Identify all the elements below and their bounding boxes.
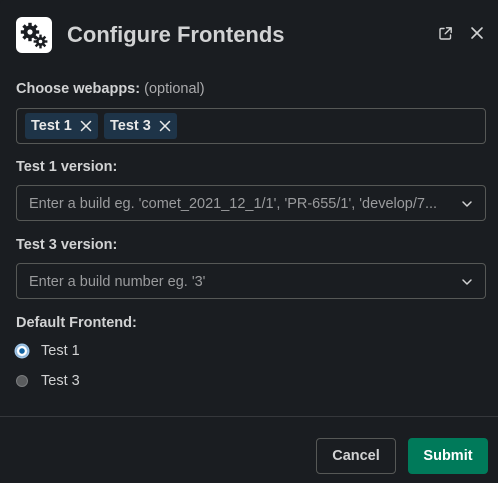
footer-divider	[0, 416, 498, 417]
modal-title: Configure Frontends	[67, 22, 285, 47]
test1-version-label: Test 1 version:	[16, 159, 118, 175]
test1-version-placeholder: Enter a build eg. 'comet_2021_12_1/1', '…	[29, 196, 438, 212]
chip-label: Test 1	[31, 118, 72, 134]
radio-selected[interactable]	[16, 345, 28, 357]
configure-frontends-modal: Configure Frontends Choose webapps: (opt…	[0, 0, 498, 483]
test3-version-placeholder: Enter a build number eg. '3'	[29, 274, 206, 290]
modal-header: Configure Frontends	[0, 0, 498, 70]
radio-unselected[interactable]	[16, 375, 28, 387]
open-external-icon[interactable]	[436, 24, 454, 42]
chip-test-3: Test 3	[104, 113, 177, 139]
chip-label: Test 3	[110, 118, 151, 134]
test1-version-select[interactable]: Enter a build eg. 'comet_2021_12_1/1', '…	[16, 185, 486, 221]
default-frontend-label: Default Frontend:	[16, 315, 137, 331]
remove-chip-icon[interactable]	[159, 120, 171, 132]
optional-hint: (optional)	[144, 81, 205, 97]
webapps-label-text: Choose webapps:	[16, 81, 141, 97]
close-icon[interactable]	[468, 24, 486, 42]
radio-option-test-3[interactable]: Test 3	[16, 371, 80, 391]
webapps-multiselect[interactable]: Test 1 Test 3	[16, 108, 486, 144]
test3-version-select[interactable]: Enter a build number eg. '3'	[16, 263, 486, 299]
chip-test-1: Test 1	[25, 113, 98, 139]
cancel-button[interactable]: Cancel	[316, 438, 396, 474]
radio-label: Test 1	[41, 343, 80, 359]
test3-version-label: Test 3 version:	[16, 237, 118, 253]
submit-button[interactable]: Submit	[408, 438, 488, 474]
chevron-down-icon	[462, 201, 472, 207]
webapps-label: Choose webapps: (optional)	[16, 79, 205, 99]
gears-icon	[16, 17, 52, 53]
remove-chip-icon[interactable]	[80, 120, 92, 132]
radio-label: Test 3	[41, 373, 80, 389]
radio-option-test-1[interactable]: Test 1	[16, 341, 80, 361]
chevron-down-icon	[462, 279, 472, 285]
